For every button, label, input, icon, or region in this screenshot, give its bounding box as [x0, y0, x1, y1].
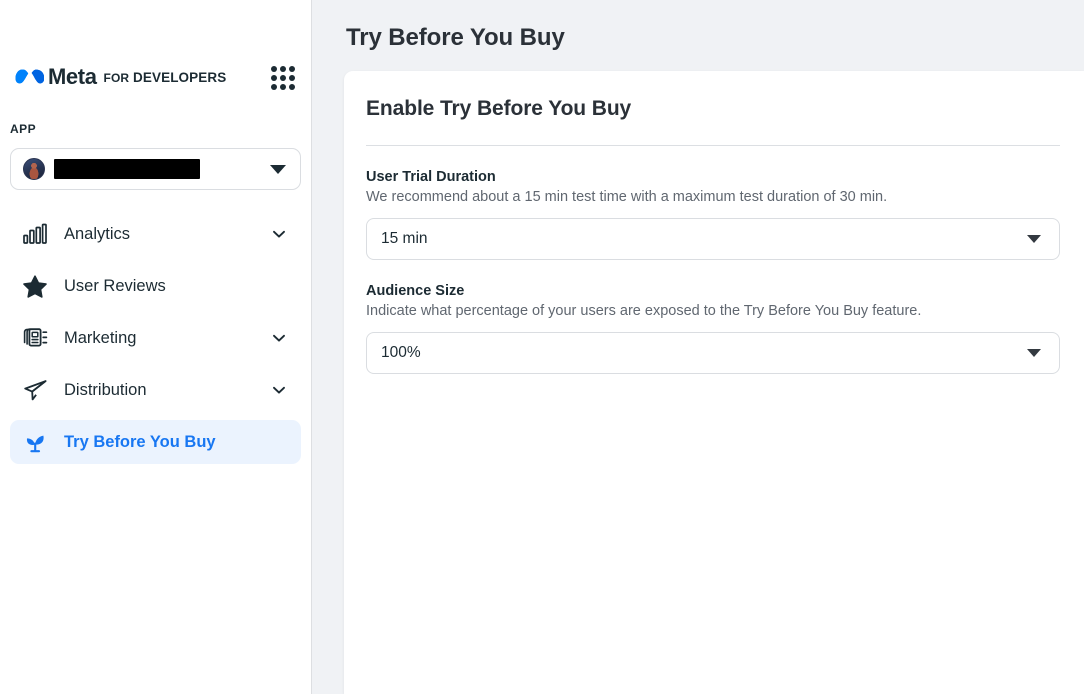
app-shell: Meta FOR DEVELOPERS APP [0, 0, 1084, 694]
developers-label: DEVELOPERS [133, 70, 226, 85]
field-help-text: We recommend about a 15 min test time wi… [366, 189, 1060, 205]
sidebar-item-label: User Reviews [64, 277, 166, 296]
field-user-trial-duration: User Trial Duration We recommend about a… [366, 146, 1060, 260]
grid-dot [289, 84, 295, 90]
field-help-text: Indicate what percentage of your users a… [366, 303, 1060, 319]
paper-plane-icon [22, 377, 48, 403]
grid-dot [289, 75, 295, 81]
chevron-down-icon [271, 330, 287, 346]
for-label: FOR [104, 71, 130, 85]
sidebar-item-distribution[interactable]: Distribution [10, 368, 301, 412]
app-selector[interactable] [10, 148, 301, 190]
sprout-icon [22, 429, 48, 455]
grid-dot [271, 84, 277, 90]
chevron-down-icon [271, 382, 287, 398]
for-developers-label: FOR DEVELOPERS [104, 71, 227, 85]
app-name-redacted [54, 159, 200, 179]
grid-dot [271, 66, 277, 72]
grid-dot [280, 66, 286, 72]
user-trial-duration-select[interactable]: 15 min [366, 218, 1060, 260]
sidebar-item-marketing[interactable]: Marketing [10, 316, 301, 360]
grid-dot [271, 75, 277, 81]
main-content: Try Before You Buy Enable Try Before You… [312, 0, 1084, 694]
field-audience-size: Audience Size Indicate what percentage o… [366, 260, 1060, 374]
sidebar-item-try-before-you-buy[interactable]: Try Before You Buy [10, 420, 301, 464]
caret-down-icon [1027, 235, 1041, 243]
newspaper-icon [22, 325, 48, 351]
settings-card: Enable Try Before You Buy User Trial Dur… [344, 71, 1084, 694]
field-label: User Trial Duration [366, 169, 1060, 185]
chevron-down-icon [271, 226, 287, 242]
meta-wordmark: Meta [48, 66, 97, 88]
grid-dot [289, 66, 295, 72]
field-label: Audience Size [366, 283, 1060, 299]
bar-chart-icon [22, 221, 48, 247]
select-value: 15 min [381, 230, 428, 248]
grid-dot [280, 84, 286, 90]
sidebar-item-label: Marketing [64, 329, 136, 348]
grid-dot [280, 75, 286, 81]
apps-grid-icon[interactable] [269, 64, 295, 90]
sidebar-item-label: Analytics [64, 225, 130, 244]
sidebar: Meta FOR DEVELOPERS APP [0, 0, 312, 694]
caret-down-icon [1027, 349, 1041, 357]
audience-size-select[interactable]: 100% [366, 332, 1060, 374]
brand-header: Meta FOR DEVELOPERS [0, 57, 311, 97]
select-value: 100% [381, 344, 421, 362]
meta-infinity-logo-icon [14, 67, 44, 87]
sidebar-item-label: Distribution [64, 381, 147, 400]
caret-down-icon [270, 165, 286, 174]
app-section-label: APP [10, 122, 311, 136]
sidebar-item-analytics[interactable]: Analytics [10, 212, 301, 256]
star-icon [22, 273, 48, 299]
page-title: Try Before You Buy [312, 0, 1084, 52]
sidebar-item-label: Try Before You Buy [64, 433, 216, 452]
sidebar-nav: Analytics User Reviews [0, 212, 311, 464]
app-avatar [23, 158, 45, 180]
sidebar-item-user-reviews[interactable]: User Reviews [10, 264, 301, 308]
card-title: Enable Try Before You Buy [366, 71, 1060, 121]
